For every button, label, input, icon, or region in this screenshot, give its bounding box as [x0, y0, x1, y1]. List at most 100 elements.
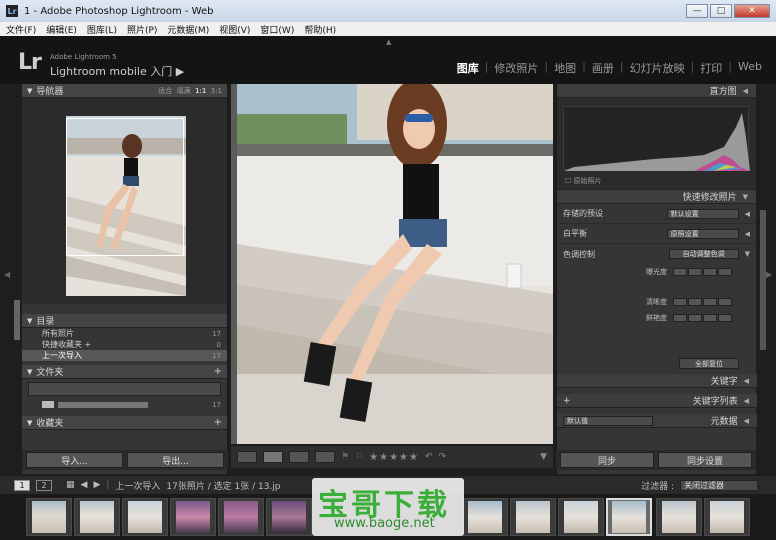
- close-button[interactable]: ✕: [734, 4, 770, 18]
- catalog-item-previous-import[interactable]: 上一次导入 17: [22, 350, 227, 361]
- expand-triangle-icon[interactable]: ◀: [745, 210, 750, 218]
- minimize-button[interactable]: —: [686, 4, 708, 18]
- folders-header[interactable]: ▼ 文件夹 +: [22, 365, 227, 379]
- collapse-triangle-icon: ▼: [27, 86, 33, 95]
- module-web[interactable]: Web: [732, 60, 768, 76]
- clarity-stepper[interactable]: [673, 298, 732, 306]
- star-rating[interactable]: ★★★★★: [369, 452, 419, 463]
- saved-preset-select[interactable]: 默认设置: [666, 208, 739, 219]
- reset-all-button[interactable]: 全部复位: [679, 358, 739, 369]
- import-button[interactable]: 导入...: [26, 452, 123, 468]
- filmstrip-thumb[interactable]: [266, 498, 312, 536]
- reject-flag-icon[interactable]: ⚐: [355, 452, 363, 462]
- grid-icon[interactable]: ▦: [66, 480, 75, 490]
- filmstrip-thumb[interactable]: [510, 498, 556, 536]
- right-panel-toggle-icon[interactable]: ▶: [766, 270, 772, 279]
- left-panel-toggle-icon[interactable]: ◀: [4, 270, 10, 279]
- left-panel-scrollbar[interactable]: [14, 300, 20, 340]
- filmstrip-thumb[interactable]: [74, 498, 120, 536]
- filter-select[interactable]: 关闭过滤器: [680, 479, 758, 491]
- module-print[interactable]: 打印: [694, 60, 728, 76]
- keywording-title: 关键字: [710, 377, 738, 387]
- flag-icon[interactable]: ⚑: [341, 452, 349, 462]
- catalog-item-quick-collection[interactable]: 快捷收藏夹 + 0: [22, 339, 227, 350]
- metadata-header[interactable]: 默认值 元数据 ◀: [557, 414, 757, 428]
- menu-edit[interactable]: 编辑(E): [46, 23, 77, 36]
- filmstrip-thumb[interactable]: [656, 498, 702, 536]
- zoom-fit[interactable]: 适合: [158, 87, 172, 95]
- menu-file[interactable]: 文件(F): [6, 23, 36, 36]
- filmstrip-thumb[interactable]: [122, 498, 168, 536]
- menu-window[interactable]: 窗口(W): [260, 23, 294, 36]
- menu-library[interactable]: 图库(L): [87, 23, 117, 36]
- quick-develop-header[interactable]: 快速修改照片 ▼: [557, 190, 756, 204]
- zoom-3-1[interactable]: 3:1: [211, 87, 222, 95]
- compare-view-icon[interactable]: [289, 451, 309, 463]
- menu-help[interactable]: 帮助(H): [304, 23, 336, 36]
- secondary-display-1-button[interactable]: 1: [14, 479, 30, 491]
- sync-settings-button[interactable]: 同步设置: [658, 452, 752, 468]
- export-button[interactable]: 导出...: [127, 452, 224, 468]
- sync-button[interactable]: 同步: [560, 452, 654, 468]
- filmstrip-thumb[interactable]: [558, 498, 604, 536]
- survey-view-icon[interactable]: [315, 451, 335, 463]
- rotate-left-icon[interactable]: ↶: [425, 452, 433, 462]
- window-titlebar: Lr 1 - Adobe Photoshop Lightroom - Web —…: [0, 0, 776, 22]
- grid-view-icon[interactable]: [237, 451, 257, 463]
- module-develop[interactable]: 修改照片: [488, 60, 544, 76]
- menu-view[interactable]: 视图(V): [219, 23, 250, 36]
- filmstrip-thumb[interactable]: [462, 498, 508, 536]
- module-slideshow[interactable]: 幻灯片放映: [624, 60, 691, 76]
- filmstrip-source[interactable]: 上一次导入: [115, 479, 160, 492]
- catalog-item-all-photos[interactable]: 所有照片 17: [22, 328, 227, 339]
- rotate-right-icon[interactable]: ↷: [439, 452, 447, 462]
- module-map[interactable]: 地图: [548, 60, 582, 76]
- back-arrow-icon[interactable]: ◀: [81, 480, 88, 490]
- filmstrip-thumb[interactable]: [26, 498, 72, 536]
- histogram-header[interactable]: 直方图 ◀: [557, 84, 756, 98]
- maximize-button[interactable]: □: [710, 4, 732, 18]
- metadata-preset-select[interactable]: 默认值: [563, 415, 653, 426]
- filmstrip-thumb-selected[interactable]: [606, 498, 652, 536]
- zoom-1-1[interactable]: 1:1: [195, 87, 206, 95]
- loupe-view-icon[interactable]: [263, 451, 283, 463]
- filmstrip-thumb[interactable]: [704, 498, 750, 536]
- collections-header[interactable]: ▼ 收藏夹 +: [22, 416, 227, 430]
- navigator-view-rect[interactable]: [66, 118, 184, 256]
- vibrance-stepper[interactable]: [673, 314, 732, 322]
- filmstrip-thumb[interactable]: [218, 498, 264, 536]
- volume-bar[interactable]: [28, 382, 221, 396]
- forward-arrow-icon[interactable]: ▶: [93, 480, 100, 490]
- catalog-header[interactable]: ▼ 目录: [22, 314, 227, 328]
- exposure-stepper[interactable]: [673, 268, 732, 276]
- zoom-fill[interactable]: 填满: [177, 87, 191, 95]
- original-photo-toggle[interactable]: ☐ 原始照片: [565, 176, 602, 186]
- keywording-header[interactable]: 关键字 ◀: [557, 374, 757, 388]
- add-folder-icon[interactable]: +: [214, 366, 222, 377]
- right-panel: 直方图 ◀ ☐ 原始照片 快速修改照片 ▼ 存储的预设 默认设置 ◀ 白平衡 原…: [556, 84, 757, 474]
- add-keyword-icon[interactable]: +: [563, 396, 571, 406]
- mobile-getting-started-label: Lightroom mobile 入门: [50, 65, 173, 78]
- white-balance-select[interactable]: 原照设置: [666, 228, 739, 239]
- add-collection-icon[interactable]: +: [214, 417, 222, 428]
- folder-item[interactable]: 17: [22, 399, 227, 410]
- secondary-display-2-button[interactable]: 2: [36, 479, 52, 491]
- play-arrow-icon: ▶: [175, 65, 185, 78]
- main-preview-area[interactable]: [231, 84, 553, 444]
- navigator-preview[interactable]: [22, 98, 227, 304]
- auto-tone-button[interactable]: 自动调整色调: [668, 249, 739, 259]
- expand-triangle-icon[interactable]: ◀: [745, 230, 750, 238]
- toolbar-menu-icon[interactable]: ▼: [540, 452, 547, 462]
- navigator-header[interactable]: ▼ 导航器 适合 填满 1:1 3:1: [22, 84, 227, 98]
- module-library[interactable]: 图库: [451, 60, 485, 76]
- right-panel-scrollbar[interactable]: [760, 210, 766, 350]
- menu-metadata[interactable]: 元数据(M): [167, 23, 209, 36]
- module-book[interactable]: 画册: [586, 60, 620, 76]
- top-panel-toggle-icon[interactable]: ▲: [386, 38, 391, 46]
- catalog-item-count: 17: [212, 351, 221, 360]
- mobile-getting-started[interactable]: Lightroom mobile 入门 ▶: [50, 63, 184, 79]
- collapse-triangle-icon[interactable]: ▼: [745, 250, 750, 258]
- menu-photo[interactable]: 照片(P): [127, 23, 157, 36]
- keyword-list-header[interactable]: + 关键字列表 ◀: [557, 394, 757, 408]
- filmstrip-thumb[interactable]: [170, 498, 216, 536]
